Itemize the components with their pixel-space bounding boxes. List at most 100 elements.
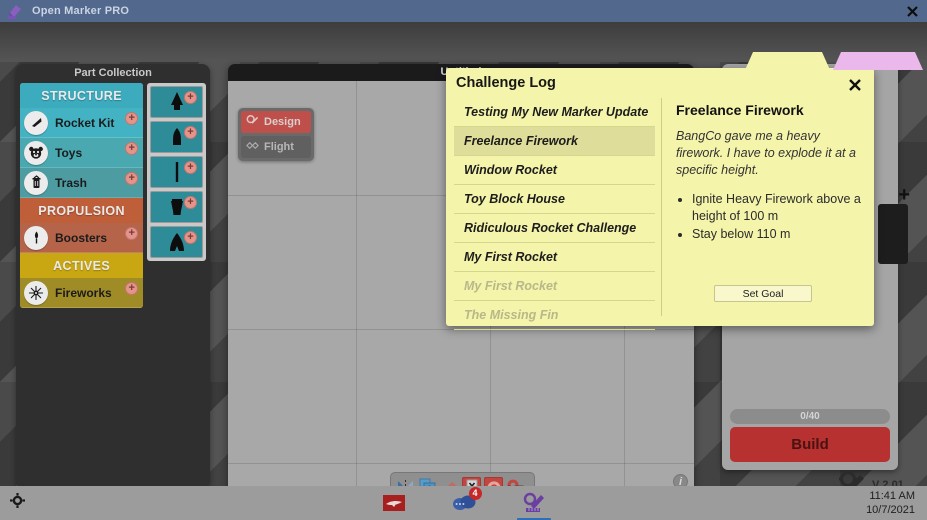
delete-tool-icon[interactable] — [462, 477, 481, 487]
chat-notification-badge: 4 — [469, 487, 482, 500]
magnet-snap-tool-icon[interactable] — [484, 477, 503, 487]
rocket-app-icon[interactable] — [381, 490, 407, 516]
challenge-detail-description: BangCo gave me a heavy firework. I have … — [676, 128, 862, 179]
flight-wings-icon — [246, 139, 259, 155]
add-part-button[interactable]: + — [125, 142, 138, 155]
part-tile-strip: + + + — [147, 83, 206, 261]
rounded-nose-part-icon[interactable]: + — [150, 121, 203, 153]
challenge-list-item[interactable]: Toy Block House — [454, 185, 655, 214]
taskbar-apps: 4 — [381, 490, 547, 516]
settings-gear-icon[interactable] — [10, 493, 25, 513]
engine-bell-part-icon[interactable]: + — [150, 191, 203, 223]
challenge-list-item[interactable]: Testing My New Marker Update — [454, 98, 655, 127]
category-header-actives: ACTIVES — [20, 253, 143, 278]
add-part-button[interactable]: + — [184, 231, 197, 244]
gear-pencil-ruler-icon — [838, 470, 868, 486]
add-part-button[interactable]: + — [184, 91, 197, 104]
build-progress-bar: 0/40 — [730, 409, 890, 424]
category-item-fireworks[interactable]: Fireworks + — [20, 278, 143, 308]
nose-cone-part-icon[interactable]: + — [150, 86, 203, 118]
category-column: STRUCTURE Rocket Kit + — [20, 83, 143, 483]
challenge-log-tab[interactable] — [745, 52, 830, 70]
challenge-goal-item: Ignite Heavy Firework above a height of … — [692, 191, 862, 225]
category-item-boosters[interactable]: Boosters + — [20, 223, 143, 253]
category-item-label: Rocket Kit — [55, 116, 114, 130]
challenge-list-item[interactable]: My First Rocket — [454, 272, 655, 301]
design-pen-icon — [246, 114, 259, 130]
dialog-body: Testing My New Marker Update Freelance F… — [446, 98, 874, 324]
mirror-tool-icon[interactable] — [396, 477, 415, 487]
add-part-button[interactable]: + — [125, 112, 138, 125]
booster-icon — [24, 226, 48, 250]
add-part-button[interactable]: + — [184, 161, 197, 174]
challenge-list-item[interactable]: Ridiculous Rocket Challenge — [454, 214, 655, 243]
category-header-structure: STRUCTURE — [20, 83, 143, 108]
part-collection-body: STRUCTURE Rocket Kit + — [16, 83, 210, 486]
marker-logo-icon — [6, 2, 24, 20]
toys-bear-icon — [24, 141, 48, 165]
taskbar-clock: 11:41 AM 10/7/2021 — [866, 489, 915, 517]
category-item-label: Boosters — [55, 231, 107, 245]
part-collection-title: Part Collection — [16, 64, 210, 83]
window-title: Open Marker PRO — [32, 5, 129, 17]
challenge-goal-item: Stay below 110 m — [692, 226, 862, 243]
build-panel-accent — [878, 204, 908, 264]
mode-button-flight[interactable]: Flight — [241, 136, 311, 158]
clock-time: 11:41 AM — [866, 489, 915, 503]
add-part-button[interactable]: + — [125, 282, 138, 295]
window-titlebar: Open Marker PRO — [0, 0, 927, 22]
secondary-tab[interactable] — [833, 52, 923, 70]
application-root: Open Marker PRO Part Collection STRUCTUR… — [0, 0, 927, 520]
marker-app-icon[interactable] — [521, 490, 547, 516]
category-item-label: Fireworks — [55, 286, 112, 300]
chat-app-icon[interactable]: 4 — [451, 490, 477, 516]
mode-switch: Design Flight — [238, 108, 314, 161]
version-label: V 2.01 — [872, 479, 904, 487]
game-viewport: Part Collection STRUCTURE Rocket Kit — [0, 22, 927, 486]
dialog-header: Challenge Log — [446, 68, 874, 98]
mode-button-label: Design — [264, 116, 301, 128]
challenge-goal-list: Ignite Heavy Firework above a height of … — [692, 191, 862, 244]
zoom-in-button[interactable]: + — [898, 184, 910, 207]
set-goal-button[interactable]: Set Goal — [714, 285, 812, 302]
rocket-kit-icon — [24, 111, 48, 135]
grid-snap-tool-icon[interactable] — [506, 477, 525, 487]
clock-date: 10/7/2021 — [866, 503, 915, 517]
canvas-info-badge[interactable]: i — [673, 474, 688, 486]
version-badge: V 2.01 — [838, 470, 904, 486]
trash-can-icon — [24, 171, 48, 195]
mode-button-design[interactable]: Design — [241, 111, 311, 133]
mode-button-label: Flight — [264, 141, 294, 153]
dialog-close-icon[interactable] — [846, 76, 864, 94]
category-item-trash[interactable]: Trash + — [20, 168, 143, 198]
add-part-button[interactable]: + — [184, 196, 197, 209]
eraser-tool-icon[interactable] — [440, 477, 459, 487]
rod-part-icon[interactable]: + — [150, 156, 203, 188]
build-progress-label: 0/40 — [800, 411, 819, 422]
build-button[interactable]: Build — [730, 427, 890, 462]
challenge-list-item[interactable]: Freelance Firework — [454, 127, 655, 156]
add-part-button[interactable]: + — [184, 126, 197, 139]
challenge-list: Testing My New Marker Update Freelance F… — [454, 98, 662, 316]
challenge-list-item[interactable]: Window Rocket — [454, 156, 655, 185]
dialog-title: Challenge Log — [456, 75, 556, 91]
challenge-list-item[interactable]: The Missing Fin — [454, 301, 655, 330]
add-part-button[interactable]: + — [125, 172, 138, 185]
fin-part-icon[interactable]: + — [150, 226, 203, 258]
taskbar: 4 11:41 AM 10/7/2021 — [0, 486, 927, 520]
editor-toolbar — [390, 472, 535, 486]
add-part-button[interactable]: + — [125, 227, 138, 240]
challenge-list-item[interactable]: My First Rocket — [454, 243, 655, 272]
category-list: STRUCTURE Rocket Kit + — [20, 83, 143, 308]
challenge-detail: Freelance Firework BangCo gave me a heav… — [662, 98, 866, 316]
category-item-rocket-kit[interactable]: Rocket Kit + — [20, 108, 143, 138]
window-close-icon[interactable] — [897, 0, 927, 22]
duplicate-tool-icon[interactable] — [418, 477, 437, 487]
category-item-toys[interactable]: Toys + — [20, 138, 143, 168]
challenge-detail-title: Freelance Firework — [676, 102, 862, 118]
category-header-propulsion: PROPULSION — [20, 198, 143, 223]
part-collection-panel: Part Collection STRUCTURE Rocket Kit — [16, 64, 210, 486]
challenge-log-dialog: Challenge Log Testing My New Marker Upda… — [446, 68, 874, 326]
firework-burst-icon — [24, 281, 48, 305]
category-item-label: Toys — [55, 146, 82, 160]
